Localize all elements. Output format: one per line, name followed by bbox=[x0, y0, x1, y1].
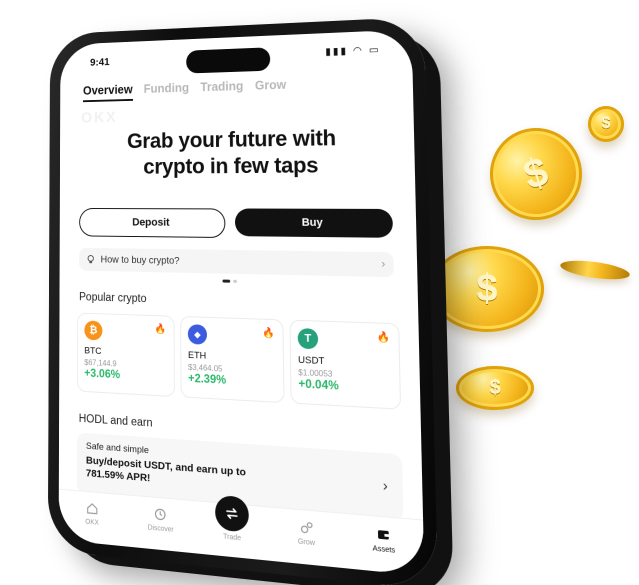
carousel-dot bbox=[233, 279, 238, 283]
tab-overview[interactable]: Overview bbox=[82, 82, 133, 103]
app-screen: 9:41 ▮▮▮ ◠ ▭ Overview Funding Trading Gr… bbox=[58, 29, 425, 577]
tab-funding[interactable]: Funding bbox=[144, 81, 190, 100]
tab-grow[interactable]: Grow bbox=[255, 78, 287, 98]
deposit-button[interactable]: Deposit bbox=[79, 208, 226, 239]
wallet-icon bbox=[375, 525, 393, 544]
hero-line-1: Grab your future with bbox=[127, 125, 337, 153]
ethereum-icon: ◆ bbox=[187, 324, 208, 345]
status-time: 9:41 bbox=[90, 56, 110, 69]
coin-icon bbox=[559, 257, 631, 283]
crypto-card-usdt[interactable]: T 🔥 USDT $1.00053 +0.04% bbox=[289, 319, 402, 410]
how-to-buy-label: How to buy crypto? bbox=[100, 254, 180, 267]
hodl-earn-title: HODL and earn bbox=[78, 413, 153, 430]
fire-icon: 🔥 bbox=[154, 323, 167, 336]
popular-crypto-title: Popular crypto bbox=[79, 291, 147, 306]
hero-line-2: crypto in few taps bbox=[143, 152, 319, 179]
top-tabs: Overview Funding Trading Grow bbox=[82, 78, 287, 103]
tab-trading[interactable]: Trading bbox=[200, 79, 243, 99]
lightbulb-icon bbox=[86, 255, 95, 265]
hero-title: Grab your future with crypto in few taps bbox=[76, 123, 396, 180]
nav-label: Trade bbox=[223, 533, 242, 543]
nav-label: Discover bbox=[147, 524, 174, 534]
status-icons: ▮▮▮ ◠ ▭ bbox=[325, 45, 381, 58]
phone-mockup: 9:41 ▮▮▮ ◠ ▭ Overview Funding Trading Gr… bbox=[20, 12, 465, 585]
grow-icon bbox=[298, 518, 315, 536]
nav-okx[interactable]: OKX bbox=[71, 499, 113, 529]
signal-icon: ▮▮▮ bbox=[325, 46, 349, 58]
home-icon bbox=[85, 500, 100, 517]
crypto-card-btc[interactable]: ₿ 🔥 BTC $67,144.9 +3.06% bbox=[77, 312, 175, 398]
chevron-right-icon: › bbox=[382, 476, 388, 495]
bitcoin-icon: ₿ bbox=[84, 320, 103, 341]
stage: $ $ $ $ $ $ $ $ 9:41 ▮▮▮ ◠ ▭ Overview Fu… bbox=[0, 0, 639, 585]
action-buttons: Deposit Buy bbox=[79, 208, 394, 240]
nav-trade[interactable]: Trade bbox=[209, 494, 255, 544]
okx-watermark: OKX bbox=[81, 109, 118, 127]
tether-icon: T bbox=[297, 328, 319, 350]
nav-grow[interactable]: Grow bbox=[283, 517, 331, 549]
wifi-icon: ◠ bbox=[352, 45, 365, 57]
crypto-card-eth[interactable]: ◆ 🔥 ETH $3,464.05 +2.39% bbox=[180, 315, 285, 404]
carousel-dot bbox=[222, 279, 231, 283]
nav-label: Assets bbox=[372, 545, 396, 555]
buy-button[interactable]: Buy bbox=[234, 208, 394, 238]
coin-icon: $ bbox=[456, 366, 534, 410]
fire-icon: 🔥 bbox=[262, 327, 275, 340]
nav-label: Grow bbox=[297, 538, 316, 548]
phone-frame: 9:41 ▮▮▮ ◠ ▭ Overview Funding Trading Gr… bbox=[47, 16, 438, 585]
discover-icon bbox=[153, 506, 168, 524]
chevron-right-icon: › bbox=[381, 258, 386, 271]
dynamic-island bbox=[186, 47, 271, 74]
nav-discover[interactable]: Discover bbox=[139, 504, 183, 534]
coin-icon: $ bbox=[588, 106, 624, 142]
how-to-buy-link[interactable]: How to buy crypto? › bbox=[79, 247, 394, 278]
popular-crypto-list: ₿ 🔥 BTC $67,144.9 +3.06% ◆ 🔥 ETH $3,464.… bbox=[77, 312, 402, 410]
carousel-dots bbox=[222, 279, 238, 283]
fire-icon: 🔥 bbox=[376, 331, 391, 344]
nav-assets[interactable]: Assets bbox=[359, 524, 409, 556]
battery-icon: ▭ bbox=[368, 44, 381, 57]
nav-label: OKX bbox=[85, 518, 99, 527]
coin-icon: $ bbox=[478, 116, 594, 232]
